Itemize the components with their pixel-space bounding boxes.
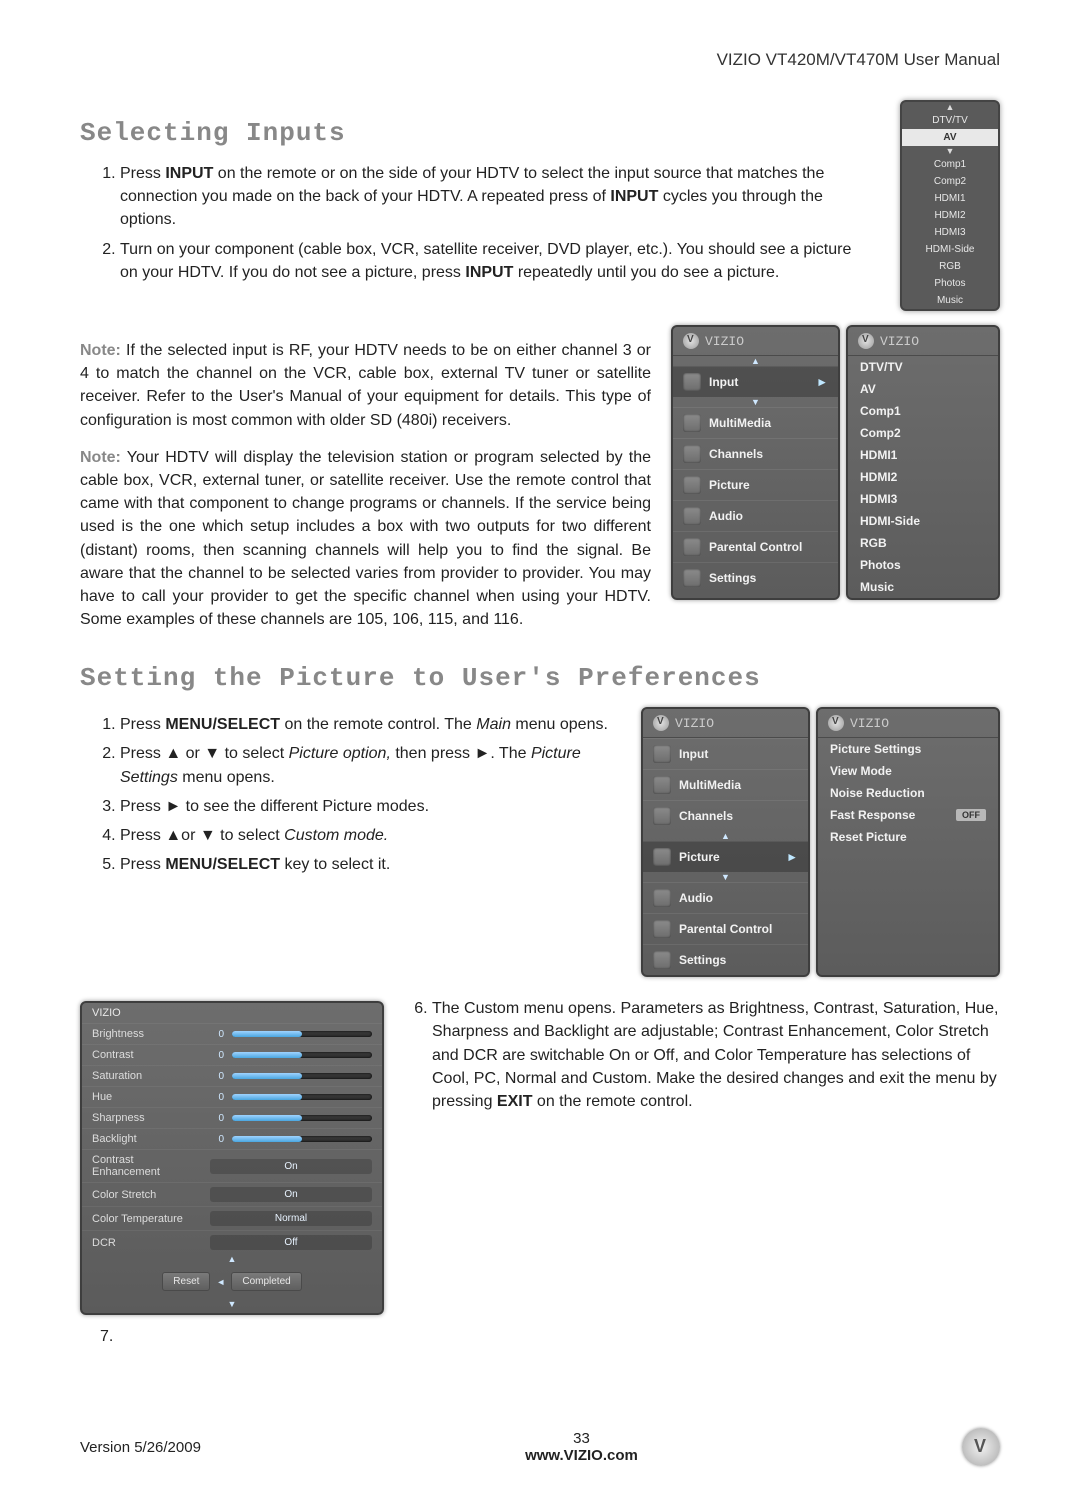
chevron-right-icon: ► [816, 375, 828, 389]
chevron-down-icon: ▼ [673, 397, 838, 407]
multimedia-icon [653, 776, 671, 794]
multimedia-icon [683, 414, 701, 432]
picture-icon [653, 848, 671, 866]
vizio-logo-icon [653, 715, 669, 731]
input-icon [683, 373, 701, 391]
slider-bar [232, 1073, 372, 1079]
settings-icon [683, 569, 701, 587]
slider-bar [232, 1094, 372, 1100]
picture-step-3: Press ► to see the different Picture mod… [120, 795, 611, 818]
slider-bar [232, 1052, 372, 1058]
chevron-up-icon: ▲ [673, 356, 838, 366]
step-1: Press INPUT on the remote or on the side… [120, 162, 862, 232]
audio-icon [653, 889, 671, 907]
off-badge: OFF [956, 809, 986, 821]
slider-bar [232, 1136, 372, 1142]
chevron-down-icon: ▼ [902, 146, 998, 156]
footer-version: Version 5/26/2009 [80, 1439, 201, 1456]
input-source-list: ▲ DTV/TV AV ▼ Comp1 Comp2 HDMI1 HDMI2 HD… [900, 100, 1000, 311]
menu-picture: Picture► [643, 841, 808, 872]
vizio-logo-icon [828, 715, 844, 731]
note-2: Note: Your HDTV will display the televis… [80, 446, 651, 632]
footer-url: www.VIZIO.com [525, 1447, 638, 1464]
heading-selecting-inputs: Selecting Inputs [80, 118, 862, 148]
audio-icon [683, 507, 701, 525]
chevron-left-icon: ◄ [216, 1277, 225, 1287]
chevron-down-icon: ▼ [82, 1299, 382, 1313]
vizio-logo-icon [858, 333, 874, 349]
input-icon [653, 745, 671, 763]
parental-icon [653, 920, 671, 938]
vizio-logo-icon [962, 1428, 1000, 1466]
chevron-up-icon: ▲ [82, 1254, 382, 1264]
custom-picture-sliders: VIZIO Brightness0 Contrast0 Saturation0 … [80, 1001, 384, 1315]
chevron-down-icon: ▼ [643, 872, 808, 882]
chevron-up-icon: ▲ [902, 102, 998, 112]
parental-icon [683, 538, 701, 556]
osd-picture-menu-figure: VIZIO Input MultiMedia Channels ▲ Pictur… [641, 707, 1000, 977]
picture-step-5: Press MENU/SELECT key to select it. [120, 853, 611, 876]
heading-setting-picture: Setting the Picture to User's Preference… [80, 663, 1000, 693]
channels-icon [683, 445, 701, 463]
selecting-inputs-steps: Press INPUT on the remote or on the side… [120, 162, 862, 284]
step-2: Turn on your component (cable box, VCR, … [120, 238, 862, 284]
picture-steps: Press MENU/SELECT on the remote control.… [120, 713, 611, 876]
document-title: VIZIO VT420M/VT470M User Manual [80, 50, 1000, 70]
footer-page-number: 33 [525, 1430, 638, 1447]
picture-step-1: Press MENU/SELECT on the remote control.… [120, 713, 611, 736]
input-item-selected: AV [902, 129, 998, 146]
menu-input: Input► [673, 366, 838, 397]
osd-input-menu-figure: VIZIO ▲ Input► ▼ MultiMedia Channels Pic… [671, 325, 1000, 600]
slider-bar [232, 1115, 372, 1121]
chevron-up-icon: ▲ [643, 831, 808, 841]
note-1: Note: If the selected input is RF, your … [80, 339, 651, 432]
vizio-logo-icon [683, 333, 699, 349]
channels-icon [653, 807, 671, 825]
step-7-empty: 7. [100, 1325, 384, 1348]
settings-icon [653, 951, 671, 969]
chevron-right-icon: ► [786, 850, 798, 864]
picture-step-4: Press ▲or ▼ to select Custom mode. [120, 824, 611, 847]
picture-icon [683, 476, 701, 494]
reset-button: Reset [162, 1272, 210, 1291]
input-item: DTV/TV [902, 112, 998, 129]
completed-button: Completed [231, 1272, 301, 1291]
picture-step-2: Press ▲ or ▼ to select Picture option, t… [120, 742, 611, 788]
slider-bar [232, 1031, 372, 1037]
picture-step-6: The Custom menu opens. Parameters as Bri… [432, 997, 1000, 1113]
